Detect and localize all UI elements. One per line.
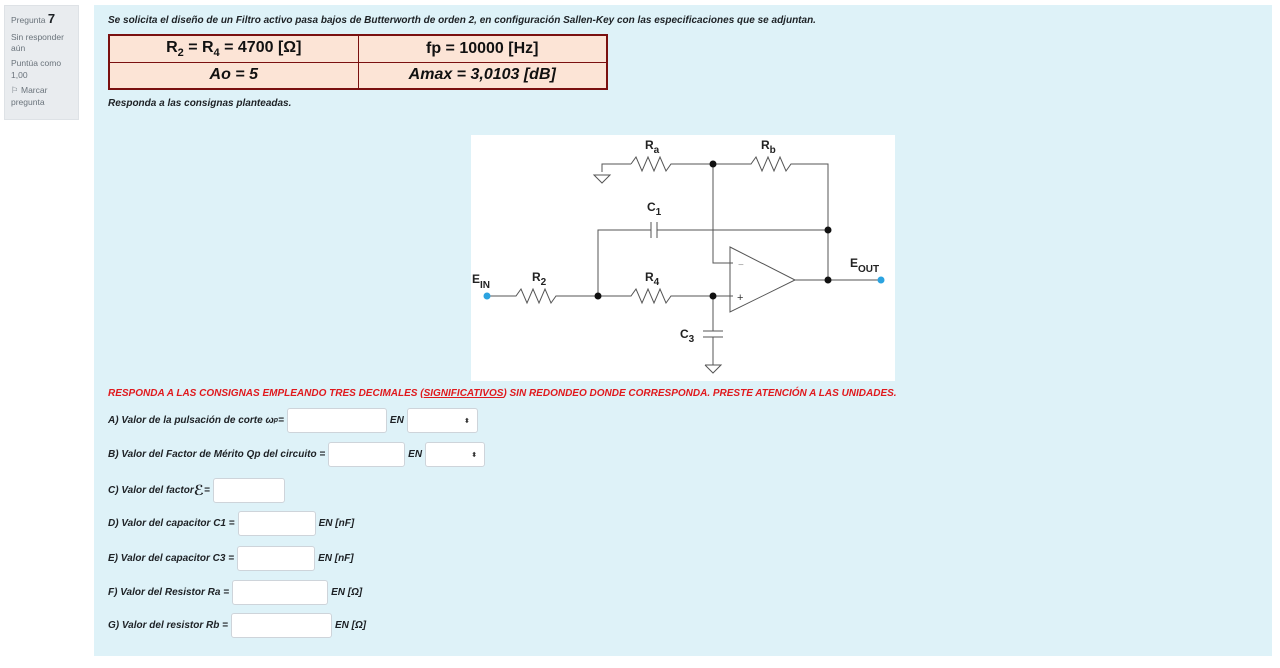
circuit-diagram: − + Ra Rb C1 C3 R2 R4 EIN EOUT (471, 135, 895, 381)
question-label: Pregunta (11, 15, 46, 25)
spec-resistors: R2 = R4 = 4700 [Ω] (108, 34, 359, 63)
spec-amax: Amax = 3,0103 [dB] (357, 61, 608, 90)
label-r2: R2 (532, 270, 547, 288)
question-number-value: 7 (47, 11, 56, 26)
answer-row-c: C) Valor del factor ℰ = (108, 478, 288, 503)
answer-row-e: E) Valor del capacitor C3 = EN [nF] (108, 546, 354, 571)
question-number: Pregunta 7 (11, 10, 72, 28)
label-ein: EIN (472, 272, 490, 291)
question-grade: Puntúa como 1,00 (11, 58, 62, 80)
label-rb: Rb (761, 138, 776, 156)
label-eout: EOUT (850, 256, 879, 275)
svg-text:−: − (738, 260, 744, 271)
label-ra: Ra (645, 138, 660, 156)
spec-fp: fp = 10000 [Hz] (357, 34, 608, 63)
instructions-text: Responda a las consignas planteadas. (108, 98, 292, 109)
answer-b-input[interactable] (328, 442, 406, 467)
answer-row-g: G) Valor del resistor Rb = EN [Ω] (108, 613, 366, 638)
answer-f-input[interactable] (232, 580, 329, 605)
answer-a-input[interactable] (286, 408, 387, 433)
question-content: Se solicita el diseño de un Filtro activ… (94, 5, 1272, 656)
question-intro: Se solicita el diseño de un Filtro activ… (108, 15, 816, 26)
answer-row-a: A) Valor de la pulsación de corte ωp = E… (108, 408, 478, 433)
answer-b-unit-select[interactable]: ⬍ (425, 442, 486, 467)
svg-text:+: + (737, 292, 743, 304)
select-arrows-icon: ⬍ (471, 451, 478, 459)
warning-text: RESPONDA A LAS CONSIGNAS EMPLEANDO TRES … (108, 388, 897, 399)
spec-ao: Ao = 5 (108, 61, 359, 90)
answer-a-unit-select[interactable]: ⬍ (406, 408, 478, 433)
answer-row-d: D) Valor del capacitor C1 = EN [nF] (108, 511, 354, 536)
label-c1: C1 (647, 200, 662, 218)
flag-question-link[interactable]: ⚐ Marcar pregunta (11, 85, 72, 108)
label-r4: R4 (645, 270, 660, 288)
select-arrows-icon: ⬍ (463, 417, 470, 425)
answer-row-f: F) Valor del Resistor Ra = EN [Ω] (108, 580, 362, 605)
flag-icon: ⚐ (11, 85, 19, 96)
answer-g-input[interactable] (230, 613, 332, 638)
question-info-panel: Pregunta 7 Sin responder aún Puntúa como… (4, 5, 79, 120)
question-status: Sin responder aún (11, 31, 64, 54)
answer-d-input[interactable] (237, 511, 316, 536)
specification-table: R2 = R4 = 4700 [Ω] fp = 10000 [Hz] Ao = … (108, 34, 608, 90)
answer-e-input[interactable] (237, 546, 316, 571)
label-c3: C3 (680, 327, 695, 345)
answer-c-input[interactable] (212, 478, 285, 503)
answer-row-b: B) Valor del Factor de Mérito Qp del cir… (108, 442, 486, 467)
